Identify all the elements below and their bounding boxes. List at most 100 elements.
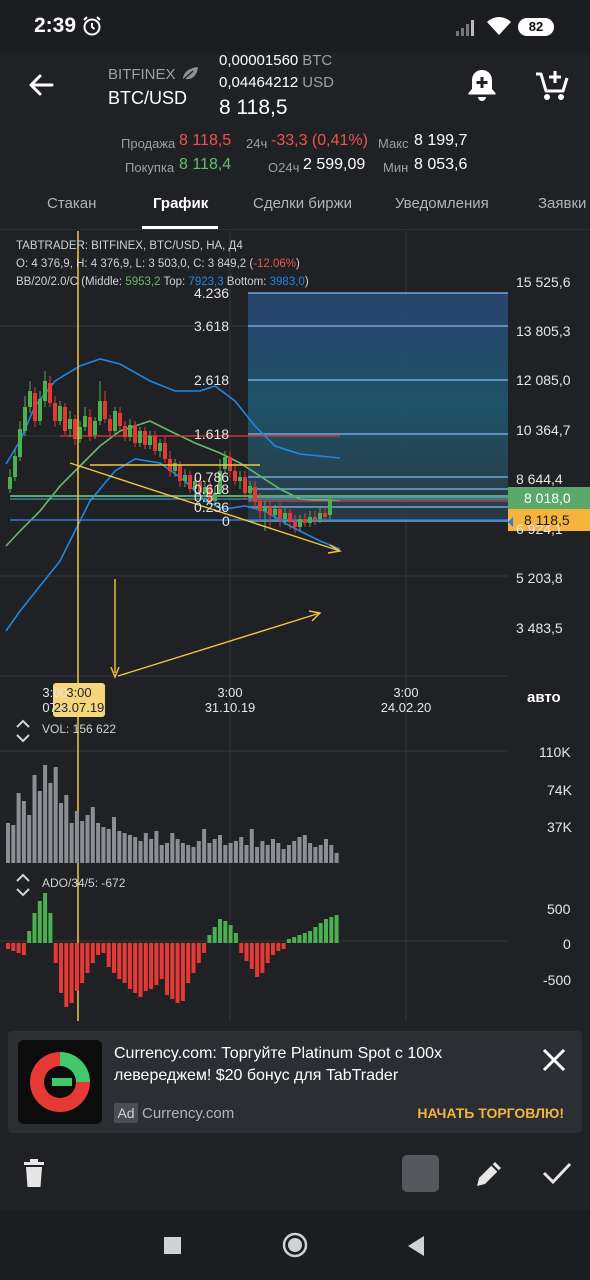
tab-orderbook[interactable]: Стакан (47, 195, 96, 212)
tab-orders[interactable]: Заявки (538, 195, 586, 212)
exchange-name[interactable]: BITFINEX (108, 66, 176, 83)
volume-bar (170, 833, 175, 863)
candle (158, 443, 162, 451)
crosshair-date: 23.07.19 (53, 700, 105, 715)
ad-close-button[interactable] (541, 1047, 567, 1078)
tab-chart[interactable]: График (153, 195, 208, 212)
candle (108, 419, 112, 431)
candle (308, 517, 312, 523)
sell-value: 8 118,5 (179, 132, 232, 149)
candle (143, 431, 147, 445)
change-label: 24ч (246, 136, 268, 151)
candle (8, 477, 12, 489)
volume-axis-label: 37K (547, 819, 572, 835)
ado-bar (6, 943, 10, 949)
ado-bar (329, 917, 334, 943)
delete-button[interactable] (22, 1158, 46, 1193)
color-swatch-button[interactable] (402, 1155, 439, 1192)
balance-btc-unit: BTC (302, 52, 333, 69)
add-order-button[interactable] (534, 68, 570, 107)
ado-bar (207, 935, 212, 943)
ado-bar (133, 943, 138, 993)
chart-canvas[interactable] (0, 231, 590, 1031)
tab-trades[interactable]: Сделки биржи (253, 195, 352, 212)
volume-bar (324, 839, 328, 863)
bell-plus-icon (468, 70, 496, 101)
ado-bar (122, 943, 127, 983)
fib-zone (248, 293, 508, 521)
candle (318, 513, 322, 519)
chart-legend-bb: BB/20/2.0/C (Middle: 5953,2 Top: 7923,3 … (16, 276, 309, 288)
volume-bar (101, 827, 106, 863)
candle (118, 413, 122, 426)
volume-bar (175, 839, 180, 863)
price-chart[interactable]: TABTRADER: BITFINEX, BTC/USD, НА, Д4 O: … (0, 231, 590, 1031)
candle (248, 486, 252, 493)
home-button[interactable] (282, 1232, 308, 1263)
ad-title[interactable]: Currency.com: Торгуйте Platinum Spot с 1… (114, 1043, 514, 1087)
ado-bar (186, 943, 191, 983)
ado-bar (218, 919, 222, 943)
volume-bar (207, 843, 212, 863)
ad-cta-button[interactable]: НАЧАТЬ ТОРГОВЛЮ! (417, 1105, 564, 1121)
price-axis-label: 10 364,7 (516, 422, 571, 438)
ohlc-values: O: 4 376,9, H: 4 376,9, L: 3 503,0, C: 3… (16, 258, 254, 270)
add-alert-button[interactable] (466, 68, 498, 107)
close-icon (542, 1048, 566, 1072)
volume-bar (74, 811, 79, 863)
balance-usd: 0,04464212 USD (219, 74, 334, 91)
collapse-volume-icon[interactable] (14, 717, 32, 750)
ado-bar (244, 943, 249, 961)
market-header: BITFINEX BTC/USD 0,00001560 BTC 0,0446421… (0, 52, 590, 180)
ad-banner[interactable]: Currency.com: Торгуйте Platinum Spot с 1… (8, 1031, 582, 1133)
candle (273, 509, 277, 515)
ado-bar (255, 943, 260, 977)
ado-bar (112, 943, 116, 973)
volume-bar (117, 831, 122, 863)
edit-button[interactable] (473, 1158, 505, 1195)
volume-bar (127, 835, 132, 863)
volume-bar (318, 845, 323, 863)
candle (148, 436, 152, 445)
ado-bar (154, 943, 159, 985)
volume-bar (218, 835, 222, 863)
candle (298, 519, 302, 527)
candle (73, 419, 77, 439)
candle (98, 401, 102, 421)
volume-bar (281, 849, 286, 863)
check-icon (542, 1162, 572, 1185)
app-screen: 2:39 82 BITFINEX BTC/USD 0,00001560 BTC 0… (0, 0, 590, 1280)
pair-name[interactable]: BTC/USD (108, 88, 187, 109)
volume-bar (64, 795, 69, 863)
back-nav-button[interactable] (406, 1235, 426, 1262)
balance-btc: 0,00001560 BTC (219, 52, 332, 69)
volume-bar (186, 845, 191, 863)
ado-bar (96, 943, 101, 955)
candle (253, 487, 257, 501)
tab-notifications[interactable]: Уведомления (395, 195, 489, 212)
volume-bar (48, 783, 53, 863)
ado-bar (302, 933, 307, 943)
cart-plus-icon (536, 71, 569, 100)
volume-bar (53, 767, 58, 863)
ad-logo[interactable] (18, 1040, 102, 1124)
ado-bar (143, 943, 148, 991)
ado-bar (318, 923, 323, 943)
back-button[interactable] (26, 70, 56, 105)
ado-bar (127, 943, 132, 989)
time-axis-date: 31.10.19 (204, 700, 256, 715)
auto-scale-toggle[interactable]: авто (527, 689, 561, 706)
ado-bar (59, 943, 63, 993)
collapse-ado-icon[interactable] (14, 871, 32, 904)
ad-site[interactable]: Currency.com (142, 1105, 234, 1122)
recents-button[interactable] (164, 1237, 181, 1254)
candle (43, 381, 47, 401)
candle (313, 517, 317, 519)
candle (68, 419, 72, 429)
candle (283, 513, 287, 519)
confirm-button[interactable] (541, 1160, 573, 1191)
ado-bar (281, 943, 286, 949)
volume-bar (138, 841, 143, 863)
volume-axis-label: 74K (547, 782, 572, 798)
volume-label: O24ч (268, 160, 300, 175)
